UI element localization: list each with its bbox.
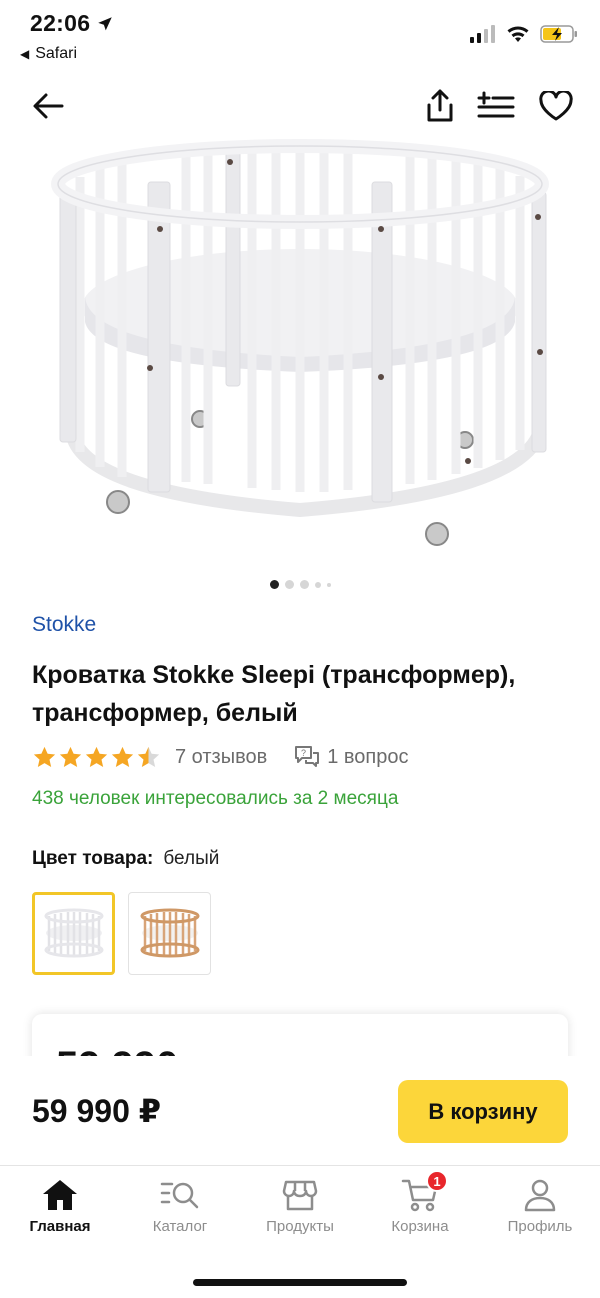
color-swatch-white[interactable] [32, 892, 115, 975]
crib-image [51, 139, 549, 546]
color-label: Цвет товара: [32, 848, 154, 869]
share-button[interactable] [420, 84, 460, 128]
product-image[interactable] [0, 132, 600, 572]
tab-cart[interactable]: 1 Корзина [360, 1166, 480, 1246]
questions-link[interactable]: ? 1 вопрос [293, 744, 409, 770]
gallery-dot[interactable] [284, 580, 294, 589]
crib-natural-thumbnail [140, 908, 199, 957]
battery-charging-icon [540, 25, 577, 43]
status-time: 22:06 [30, 10, 114, 37]
tab-label: Профиль [507, 1218, 573, 1235]
tab-label: Корзина [391, 1218, 449, 1235]
price: 59 990 ₽ [32, 1093, 162, 1129]
gallery-dot[interactable] [299, 580, 309, 589]
buy-bar: 59 990 ₽ В корзину [0, 1056, 600, 1166]
store-icon [282, 1180, 318, 1211]
tab-label: Продукты [266, 1218, 334, 1235]
svg-text:?: ? [301, 748, 306, 758]
catalog-search-icon [160, 1182, 199, 1209]
reviews-link[interactable]: 7 отзывов [175, 746, 267, 769]
add-to-list-button[interactable] [476, 86, 516, 126]
color-swatches [32, 892, 211, 975]
back-to-app[interactable]: ◀ Safari [20, 45, 77, 63]
tab-label: Каталог [152, 1218, 208, 1235]
questions-label: 1 вопрос [327, 745, 409, 768]
rating-row: 7 отзывов ? 1 вопрос [32, 740, 409, 774]
status-indicators [470, 24, 578, 44]
star-full-icon [111, 746, 134, 767]
arrow-left-icon [33, 93, 64, 119]
gallery-dot[interactable] [314, 581, 321, 588]
color-selector-label: Цвет товара: белый [32, 848, 219, 870]
status-time-text: 22:06 [30, 10, 91, 36]
cart-badge: 1 [426, 1170, 448, 1192]
tab-groceries[interactable]: Продукты [240, 1166, 360, 1246]
interest-stat: 438 человек интересовались за 2 месяца [32, 788, 399, 809]
gallery-pagination [0, 580, 600, 589]
favorite-button[interactable] [534, 86, 578, 126]
tab-profile[interactable]: Профиль [480, 1166, 600, 1246]
color-swatch-natural[interactable] [128, 892, 211, 975]
back-app-label: Safari [35, 45, 78, 62]
home-indicator [193, 1279, 407, 1286]
crib-white-thumbnail [44, 908, 103, 957]
share-icon [427, 89, 453, 122]
brand-link[interactable]: Stokke [32, 613, 96, 637]
wifi-icon [507, 26, 529, 42]
star-full-icon [59, 746, 82, 767]
profile-icon [524, 1179, 556, 1212]
signal-icon [470, 25, 495, 43]
product-nav-bar [0, 80, 600, 132]
status-bar: 22:06 ◀ Safari [0, 0, 600, 80]
heart-icon [539, 91, 573, 121]
product-title: Кроватка Stokke Sleepi (трансформер), тр… [32, 661, 516, 727]
add-to-list-icon [477, 91, 515, 118]
back-triangle-icon: ◀ [20, 47, 30, 61]
star-half-icon [137, 746, 160, 767]
tab-home[interactable]: Главная [0, 1166, 120, 1246]
color-value: белый [163, 848, 220, 869]
gallery-dot[interactable] [326, 582, 331, 587]
question-chat-icon: ? [295, 746, 320, 767]
rating-stars[interactable] [32, 745, 161, 770]
tab-catalog[interactable]: Каталог [120, 1166, 240, 1246]
location-arrow-icon [98, 16, 113, 30]
back-button[interactable] [28, 86, 68, 126]
star-full-icon [33, 746, 56, 767]
gallery-dot[interactable] [269, 580, 279, 589]
star-full-icon [85, 746, 108, 767]
tab-label: Главная [29, 1218, 91, 1235]
home-icon [43, 1180, 77, 1210]
tab-bar: Главная Каталог Продукты 1 Корзина Профи… [0, 1166, 600, 1246]
add-to-cart-button[interactable]: В корзину [398, 1080, 568, 1143]
